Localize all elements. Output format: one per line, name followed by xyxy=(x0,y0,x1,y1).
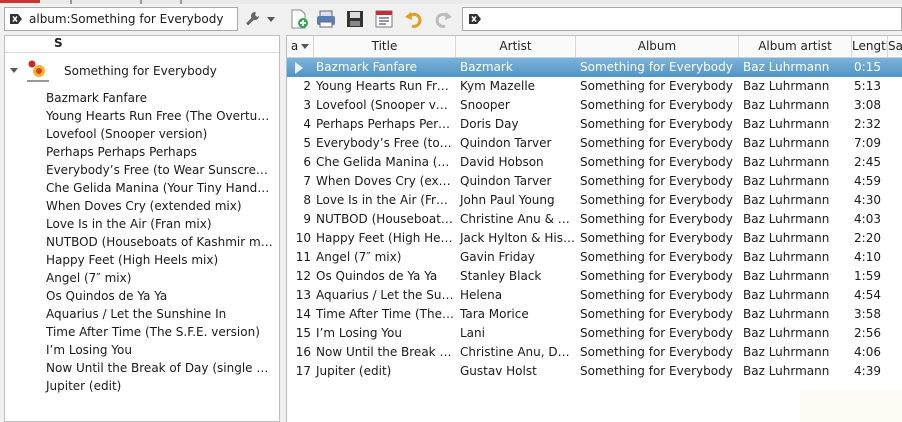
table-row[interactable]: 13Aquarius / Let the Sunshine InHelenaSo… xyxy=(287,286,902,305)
album-label: Something for Everybody xyxy=(64,64,217,78)
chevron-down-icon[interactable] xyxy=(267,17,275,22)
playlist-panel: a Title Artist Album Album artist Length… xyxy=(286,35,902,422)
table-row[interactable]: 5Everybody’s Free (to Wear Sunscreen)Qui… xyxy=(287,134,902,153)
undo-icon[interactable] xyxy=(403,8,425,30)
load-playlist-icon[interactable] xyxy=(315,8,337,30)
new-playlist-icon[interactable] xyxy=(288,8,310,30)
column-header-artist[interactable]: Artist xyxy=(456,36,576,57)
column-header-album-artist[interactable]: Album artist xyxy=(739,36,852,57)
strip-separator xyxy=(70,0,72,4)
library-track-list: Bazmark Fanfare Young Hearts Run Free (T… xyxy=(5,89,279,395)
column-header-length[interactable]: Length xyxy=(852,36,888,57)
top-strip xyxy=(0,0,902,4)
library-track-item[interactable]: NUTBOD (Houseboats of Kashmir mix) xyxy=(5,233,273,251)
library-track-item[interactable]: Jupiter (edit) xyxy=(5,377,273,395)
table-row[interactable]: 10Happy Feet (High Heels mix)Jack Hylton… xyxy=(287,229,902,248)
table-row[interactable]: 8Love Is in the Air (Fran mix)John Paul … xyxy=(287,191,902,210)
library-album-node[interactable]: Something for Everybody xyxy=(5,53,279,89)
playlist-search-box xyxy=(462,7,902,31)
clear-filter-icon[interactable] xyxy=(7,10,25,28)
playlist-manager-icon[interactable] xyxy=(373,8,395,30)
library-filter-input[interactable] xyxy=(29,12,229,26)
table-row[interactable]: 4 Perhaps Perhaps Perhaps Doris Day Somethi… xyxy=(287,115,902,134)
table-row[interactable]: 14Time After Time (The S.F.E. version)Ta… xyxy=(287,305,902,324)
expand-arrow-icon[interactable] xyxy=(10,68,18,73)
table-row[interactable]: 15 I’m Losing You Lani Something for Everyb… xyxy=(287,324,902,343)
strip-separator xyxy=(180,0,182,4)
library-track-item[interactable]: Happy Feet (High Heels mix) xyxy=(5,251,273,269)
library-track-item[interactable]: Aquarius / Let the Sunshine In xyxy=(5,305,273,323)
table-row[interactable]: 2Young Hearts Run Free (The Overture Mix… xyxy=(287,77,902,96)
library-track-item[interactable]: Os Quindos de Ya Ya xyxy=(5,287,273,305)
library-track-item[interactable]: Angel (7″ mix) xyxy=(5,269,273,287)
table-row[interactable]: 16Now Until the Break of Day (single ver… xyxy=(287,343,902,362)
library-group-header: S xyxy=(5,36,279,53)
save-playlist-icon[interactable] xyxy=(344,8,366,30)
table-row[interactable]: 11 Angel (7″ mix) Gavin Friday Something fo… xyxy=(287,248,902,267)
playlist-rows: Bazmark Fanfare Bazmark Something for Ever… xyxy=(287,58,902,381)
column-header-extra[interactable]: Sar xyxy=(888,36,902,57)
album-cover xyxy=(24,58,52,86)
redo-icon[interactable] xyxy=(432,8,454,30)
table-row[interactable]: 6Che Gelida Manina (Your Tiny Hand Is Fr… xyxy=(287,153,902,172)
library-track-item[interactable]: Young Hearts Run Free (The Overture Mix) xyxy=(5,107,273,125)
table-row[interactable]: 7When Doves Cry (extended mix)Quindon Ta… xyxy=(287,172,902,191)
library-track-item[interactable]: Che Gelida Manina (Your Tiny Hand Is Fro… xyxy=(5,179,273,197)
wrench-icon[interactable] xyxy=(241,8,263,30)
sort-down-icon xyxy=(301,44,310,49)
library-track-item[interactable]: Perhaps Perhaps Perhaps xyxy=(5,143,273,161)
library-track-item[interactable]: Lovefool (Snooper version) xyxy=(5,125,273,143)
table-row[interactable]: 3Lovefool (Snooper version)SnooperSometh… xyxy=(287,96,902,115)
column-header-track[interactable]: a xyxy=(287,36,314,57)
library-track-item[interactable]: When Doves Cry (extended mix) xyxy=(5,197,273,215)
table-row[interactable]: 9NUTBOD (Houseboats of Kashmir mix)Chris… xyxy=(287,210,902,229)
table-row[interactable]: 17 Jupiter (edit) Gustav Holst Something fo… xyxy=(287,362,902,381)
clear-search-icon[interactable] xyxy=(466,10,484,28)
library-track-item[interactable]: Time After Time (The S.F.E. version) xyxy=(5,323,273,341)
library-track-item[interactable]: Everybody’s Free (to Wear Sunscreen) (Th… xyxy=(5,161,273,179)
strip-separator xyxy=(140,0,142,4)
corner-overlay xyxy=(800,390,902,422)
column-header-album[interactable]: Album xyxy=(576,36,739,57)
library-panel: S Something for Everybody Bazmark Fanfar… xyxy=(4,35,280,422)
library-filter-box xyxy=(4,7,238,31)
table-row[interactable]: 12 Os Quindos de Ya Ya Stanley Black Someth… xyxy=(287,267,902,286)
window-accent xyxy=(0,0,40,3)
playlist-header: a Title Artist Album Album artist Length… xyxy=(287,36,902,58)
library-track-item[interactable]: Bazmark Fanfare xyxy=(5,89,273,107)
column-header-title[interactable]: Title xyxy=(314,36,456,57)
library-track-item[interactable]: Now Until the Break of Day (single versi… xyxy=(5,359,273,377)
library-track-item[interactable]: I’m Losing You xyxy=(5,341,273,359)
table-row[interactable]: Bazmark Fanfare Bazmark Something for Ever… xyxy=(287,58,902,77)
playlist-search-input[interactable] xyxy=(488,12,888,26)
library-track-item[interactable]: Love Is in the Air (Fran mix) xyxy=(5,215,273,233)
